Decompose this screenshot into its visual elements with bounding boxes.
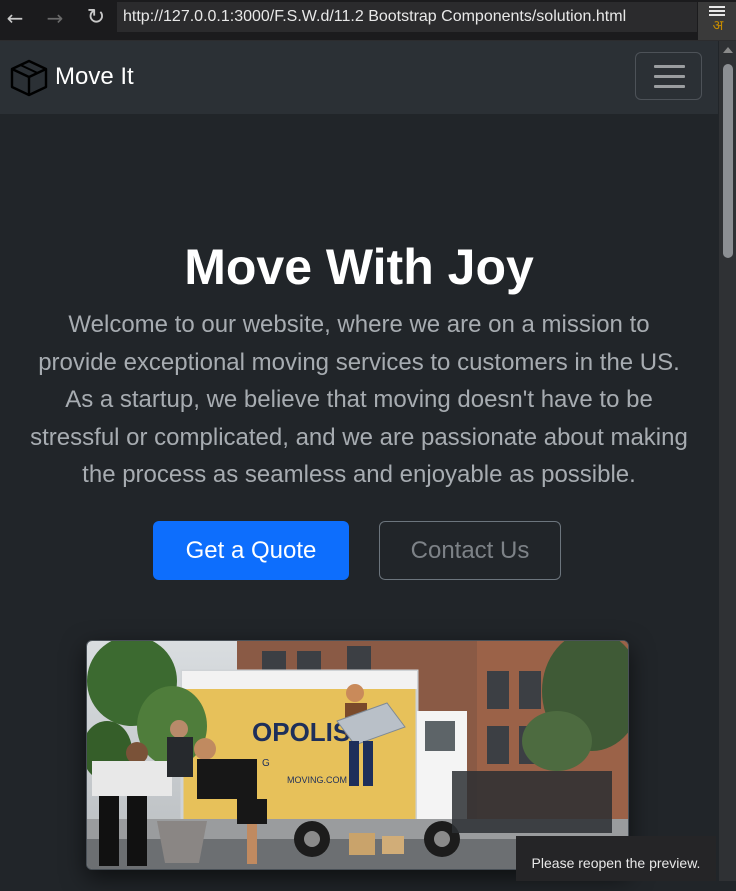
hamburger-icon-line [654,75,685,78]
hero-description: Welcome to our website, where we are on … [30,311,688,488]
brand-name[interactable]: Move It [55,61,134,93]
navbar-toggler-button[interactable] [635,52,702,100]
hamburger-icon-line [654,65,685,68]
svg-text:OPOLIS: OPOLIS [252,717,350,747]
contact-us-button[interactable]: Contact Us [379,521,561,580]
forward-arrow-icon[interactable]: → [42,5,68,31]
reopen-preview-toast: Please reopen the preview. [516,836,716,881]
scrollbar-thumb[interactable] [723,64,733,258]
hero-title: Move With Joy [184,239,534,295]
svg-text:MOVING.COM: MOVING.COM [287,775,347,785]
address-bar[interactable]: http://127.0.0.1:3000/F.S.W.d/11.2 Boots… [117,2,697,32]
back-arrow-icon[interactable]: ← [2,5,28,31]
hamburger-icon-line [654,85,685,88]
box-icon [10,59,48,97]
site-navbar: Move It [0,41,718,114]
reload-icon[interactable]: ↻ [83,5,109,31]
browser-toolbar: ← → ↻ http://127.0.0.1:3000/F.S.W.d/11.2… [0,0,736,41]
scroll-up-arrow-icon[interactable] [723,47,733,53]
svg-text:G: G [262,758,270,769]
extension-icon: अ [712,18,724,34]
get-quote-button[interactable]: Get a Quote [153,521,349,580]
